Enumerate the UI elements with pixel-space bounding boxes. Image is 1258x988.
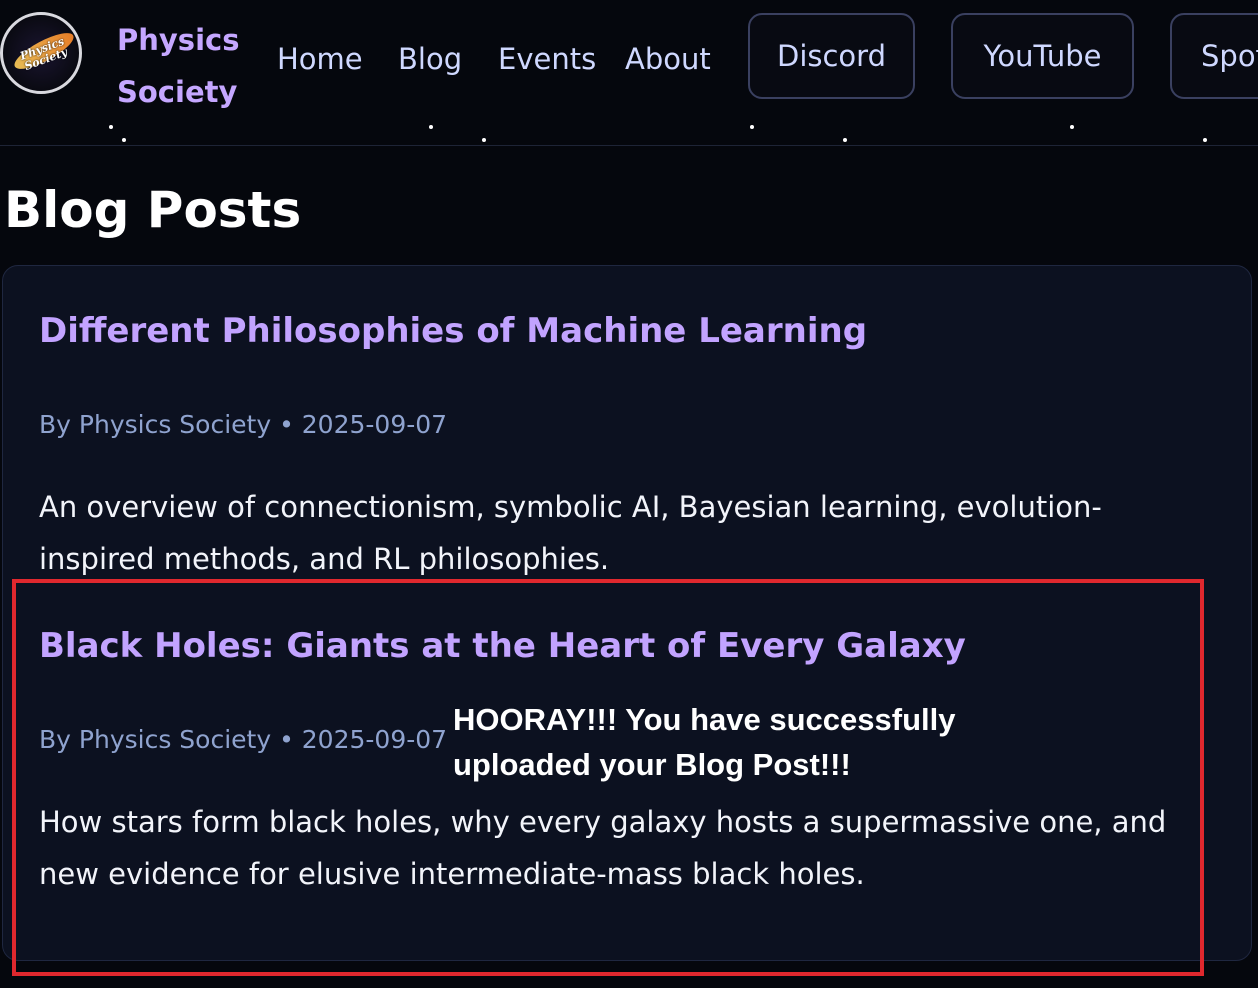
page-title: Blog Posts	[4, 181, 302, 239]
nav-about[interactable]: About	[625, 40, 711, 78]
star-decoration	[1070, 125, 1074, 129]
site-brand[interactable]: Physics Society	[117, 14, 257, 118]
site-header: Physics Society Physics Society Home Blo…	[0, 0, 1258, 146]
nav-home[interactable]: Home	[277, 40, 363, 78]
star-decoration	[482, 138, 486, 142]
page: Physics Society Physics Society Home Blo…	[0, 0, 1258, 988]
post-excerpt: An overview of connectionism, symbolic A…	[39, 490, 1102, 576]
post-excerpt: How stars form black holes, why every ga…	[39, 805, 1167, 891]
star-decoration	[429, 125, 433, 129]
success-message-line-2: uploaded your Blog Post!!!	[453, 747, 851, 782]
nav-blog[interactable]: Blog	[398, 40, 462, 78]
star-decoration	[750, 125, 754, 129]
star-decoration	[109, 125, 113, 129]
post-title-link[interactable]: Black Holes: Giants at the Heart of Ever…	[39, 624, 966, 668]
success-message-line-1: HOORAY!!! You have successfully	[453, 702, 956, 737]
success-message: HOORAY!!! You have successfully uploaded…	[453, 697, 1013, 787]
brand-line-2: Society	[117, 75, 238, 109]
discord-button[interactable]: Discord	[748, 13, 915, 99]
blog-posts-card: Different Philosophies of Machine Learni…	[2, 265, 1252, 961]
spotify-button[interactable]: Spot	[1170, 13, 1258, 99]
youtube-button[interactable]: YouTube	[951, 13, 1134, 99]
brand-line-1: Physics	[117, 23, 240, 57]
star-decoration	[843, 138, 847, 142]
post-meta: By Physics Society • 2025-09-07	[39, 725, 448, 754]
post-meta: By Physics Society • 2025-09-07	[39, 410, 448, 439]
star-decoration	[1203, 138, 1207, 142]
star-decoration	[122, 138, 126, 142]
nav-events[interactable]: Events	[498, 40, 596, 78]
post-title-link[interactable]: Different Philosophies of Machine Learni…	[39, 309, 867, 353]
logo[interactable]: Physics Society	[0, 12, 82, 94]
